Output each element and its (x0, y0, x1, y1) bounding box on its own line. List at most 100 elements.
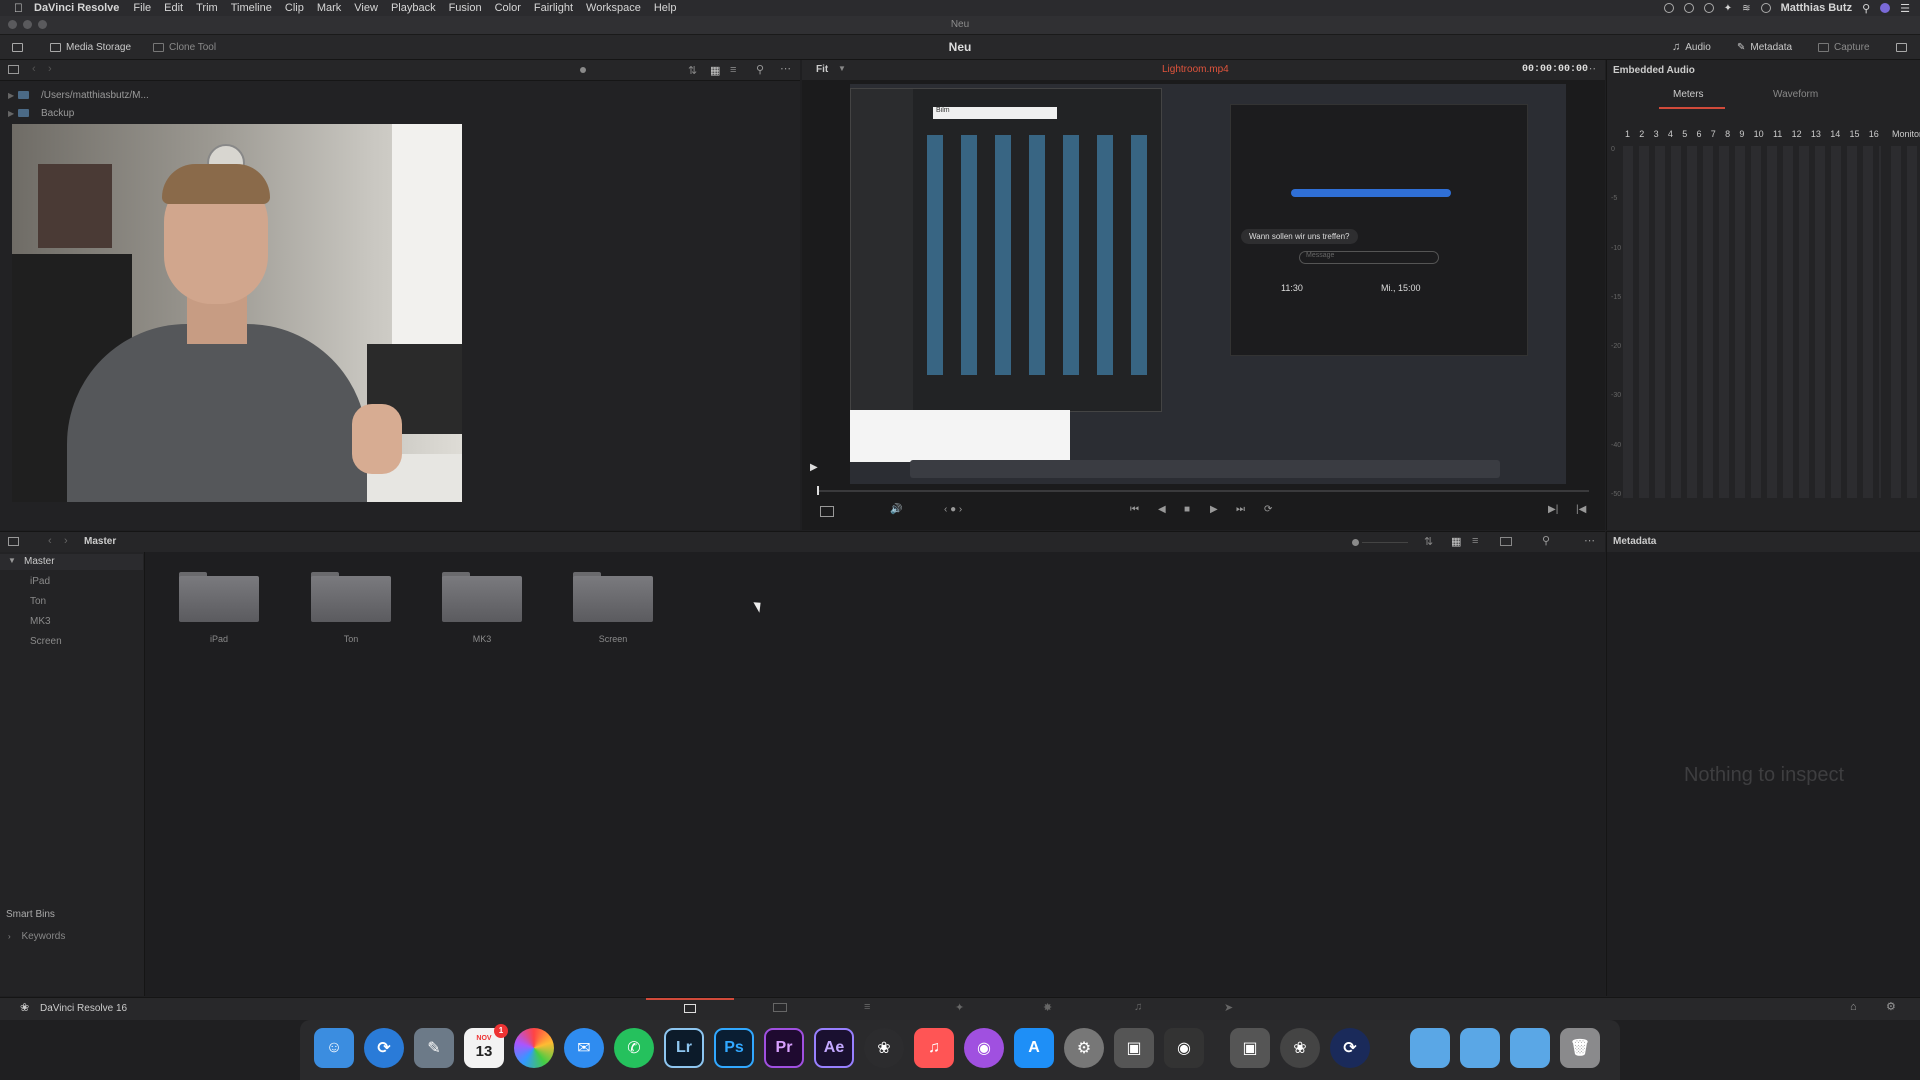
volume-icon[interactable]: 🔊 (890, 504, 902, 515)
music-icon[interactable]: ♫ (914, 1028, 954, 1068)
premiere-icon[interactable]: Pr (764, 1028, 804, 1068)
notification-center-icon[interactable]: ☰ (1900, 2, 1910, 15)
messenger-icon[interactable]: ✉ (564, 1028, 604, 1068)
bin-item-ipad[interactable]: iPad (30, 576, 50, 587)
finder-icon[interactable]: ☺ (314, 1028, 354, 1068)
mark-out-icon[interactable]: |◀ (1576, 504, 1586, 515)
bin-list-toggle-icon[interactable] (8, 537, 19, 546)
photoshop-icon[interactable]: Ps (714, 1028, 754, 1068)
safari-icon[interactable]: ⟳ (364, 1028, 404, 1068)
loop-icon[interactable]: ⟳ (1264, 504, 1272, 515)
page-tab-color-icon[interactable]: ✸ (1043, 1001, 1052, 1014)
time-machine-icon[interactable] (1703, 3, 1714, 13)
viewer-scrubber[interactable] (817, 490, 1589, 492)
disk-utility-icon[interactable]: ◉ (1164, 1028, 1204, 1068)
panel-toggle-button[interactable] (12, 39, 23, 55)
page-tab-media[interactable] (646, 998, 734, 1020)
image-capture-icon[interactable]: ▣ (1230, 1028, 1270, 1068)
more-options-icon[interactable]: ⋯ (780, 62, 791, 75)
menu-edit[interactable]: Edit (164, 2, 183, 14)
capture-panel-button[interactable]: Capture (1818, 39, 1870, 55)
list-view-icon[interactable]: ≡ (1472, 535, 1478, 547)
viewer-frame[interactable]: Bilm Wann sollen wir uns treffen? Messag… (850, 84, 1566, 484)
siri-icon[interactable] (1880, 3, 1891, 13)
tab-meters[interactable]: Meters (1673, 89, 1704, 100)
sort-icon[interactable]: ⇅ (1424, 535, 1433, 548)
menu-file[interactable]: File (133, 2, 151, 14)
whatsapp-icon[interactable]: ✆ (614, 1028, 654, 1068)
menubar-user-name[interactable]: Matthias Butz (1781, 2, 1853, 14)
thumbnail-view-icon[interactable]: ▦ (1451, 535, 1461, 548)
folder-screen[interactable]: Screen (573, 568, 653, 644)
preview-icon[interactable]: ✎ (414, 1028, 454, 1068)
metadata-panel-button[interactable]: ✎ Metadata (1737, 39, 1792, 55)
viewer-mode-icon[interactable] (820, 506, 834, 517)
menu-mark[interactable]: Mark (317, 2, 341, 14)
page-tab-edit-icon[interactable]: ≡ (864, 1001, 870, 1013)
audio-panel-button[interactable]: ♫ Audio (1672, 39, 1711, 55)
do-not-disturb-icon[interactable] (1760, 3, 1771, 13)
podcasts-icon[interactable]: ◉ (964, 1028, 1004, 1068)
folder-ton[interactable]: Ton (311, 568, 391, 644)
tab-waveform[interactable]: Waveform (1773, 89, 1818, 100)
sort-icon[interactable]: ⇅ (688, 64, 697, 77)
sidebar-toggle-icon[interactable] (8, 65, 19, 74)
system-preferences-icon[interactable]: ⚙ (1064, 1028, 1104, 1068)
screenshot-icon[interactable]: ▣ (1114, 1028, 1154, 1068)
after-effects-icon[interactable]: Ae (814, 1028, 854, 1068)
skip-to-end-icon[interactable]: ⏭ (1236, 504, 1245, 515)
expand-arrow-icon[interactable]: ▶ (8, 91, 18, 100)
forward-arrow-icon[interactable]: › (48, 63, 52, 75)
zoom-slider-knob[interactable] (580, 67, 586, 73)
bin-item-ton[interactable]: Ton (30, 596, 46, 607)
bluetooth-icon[interactable]: ✦ (1724, 3, 1732, 14)
photos-icon[interactable] (514, 1028, 554, 1068)
zoom-fit-dropdown[interactable]: Fit (816, 64, 828, 75)
spotlight-search-icon[interactable]: ⚲ (1862, 2, 1870, 15)
folder-ipad[interactable]: iPad (179, 568, 259, 644)
list-view-icon[interactable]: ≡ (730, 64, 736, 76)
menu-fairlight[interactable]: Fairlight (534, 2, 573, 14)
app-store-icon[interactable]: A (1014, 1028, 1054, 1068)
screen-record-icon[interactable] (1663, 3, 1674, 13)
step-back-icon[interactable]: ◀ (1158, 504, 1166, 515)
viewer-options-icon[interactable]: ⋯ (1585, 62, 1596, 75)
back-arrow-icon[interactable]: ‹ (32, 63, 36, 75)
menu-view[interactable]: View (354, 2, 378, 14)
edge-browser-icon[interactable]: ⟳ (1330, 1028, 1370, 1068)
menu-workspace[interactable]: Workspace (586, 2, 641, 14)
expand-panel-button[interactable] (1896, 39, 1907, 55)
pool-breadcrumb[interactable]: Master (84, 536, 116, 547)
page-tab-deliver-icon[interactable]: ➤ (1224, 1001, 1233, 1014)
viewer-playhead[interactable] (817, 486, 819, 495)
trash-icon[interactable]: 🗑 (1560, 1028, 1600, 1068)
media-storage-button[interactable]: Media Storage (50, 39, 131, 55)
bin-master[interactable]: ▼ Master (0, 554, 143, 570)
menu-playback[interactable]: Playback (391, 2, 436, 14)
back-arrow-icon[interactable]: ‹ (48, 535, 52, 547)
bin-item-screen[interactable]: Screen (30, 636, 62, 647)
search-icon[interactable]: ⚲ (1542, 534, 1550, 547)
chevron-right-icon[interactable]: › (8, 932, 11, 941)
calendar-icon[interactable]: NOV 13 1 (464, 1024, 508, 1068)
smart-bin-keywords[interactable]: › Keywords (8, 931, 65, 942)
forward-arrow-icon[interactable]: › (64, 535, 68, 547)
zoom-slider-track[interactable] (1362, 542, 1408, 543)
menu-fusion[interactable]: Fusion (449, 2, 482, 14)
color-palette-icon[interactable]: ❀ (1280, 1028, 1320, 1068)
storage-location-users[interactable]: ▶ /Users/matthiasbutz/M... (0, 87, 149, 103)
downloads-folder-icon[interactable] (1510, 1028, 1550, 1068)
thumbnail-view-icon[interactable]: ▦ (710, 64, 720, 77)
menu-help[interactable]: Help (654, 2, 677, 14)
menu-color[interactable]: Color (495, 2, 521, 14)
storage-location-backup[interactable]: ▶ Backup (0, 105, 74, 121)
play-marker-icon[interactable]: ▶ (810, 462, 818, 473)
skip-to-start-icon[interactable]: ⏮ (1130, 504, 1139, 515)
creative-cloud-icon[interactable] (1683, 3, 1694, 13)
applications-folder-icon[interactable] (1410, 1028, 1450, 1068)
page-tab-fairlight-icon[interactable]: ♫ (1134, 1001, 1142, 1013)
folder-mk3[interactable]: MK3 (442, 568, 522, 644)
zoom-slider-knob[interactable] (1352, 539, 1359, 546)
chevron-down-icon[interactable]: ▼ (838, 64, 846, 73)
apple-icon[interactable]:  (14, 1, 28, 15)
